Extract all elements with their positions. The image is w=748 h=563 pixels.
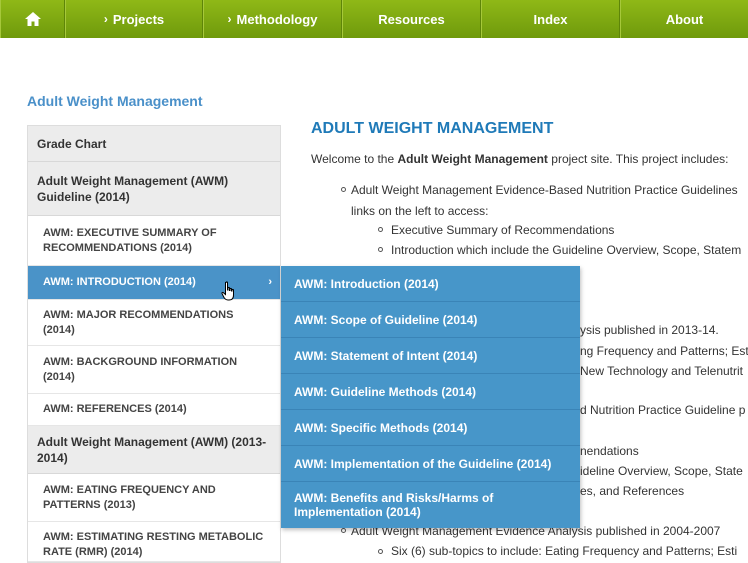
nav-about[interactable]: About	[620, 0, 748, 38]
bullet-dot	[341, 187, 346, 192]
top-nav: › Projects › Methodology Resources Index A…	[0, 0, 748, 38]
chevron-right-icon: ›	[268, 276, 272, 288]
flyout-item-statement-of-intent[interactable]: AWM: Statement of Intent (2014)	[281, 338, 580, 374]
flyout-item-scope[interactable]: AWM: Scope of Guideline (2014)	[281, 302, 580, 338]
sidebar-group-awm-2013-2014[interactable]: Adult Weight Management (AWM) (2013-2014…	[28, 426, 280, 474]
content-line: Introduction which include the Guideline…	[391, 243, 742, 257]
flyout-item-benefits-risks[interactable]: AWM: Benefits and Risks/Harms of Impleme…	[281, 482, 580, 528]
nav-index[interactable]: Index	[481, 0, 620, 38]
chevron-right-icon: ›	[227, 12, 232, 26]
content-line: d Nutrition Practice Guideline p	[580, 403, 746, 417]
content-line: ysis published in 2013-14.	[580, 323, 719, 337]
content-line: ng Frequency and Patterns; Esti	[580, 344, 748, 358]
main-content: ADULT WEIGHT MANAGEMENT Welcome to the A…	[311, 120, 748, 166]
nav-methodology[interactable]: › Methodology	[203, 0, 342, 38]
bullet-dot	[378, 227, 383, 232]
content-line: ideline Overview, Scope, State	[580, 464, 743, 478]
intro-paragraph: Welcome to the Adult Weight Management p…	[311, 152, 729, 166]
home-icon	[24, 12, 41, 26]
flyout-item-guideline-methods[interactable]: AWM: Guideline Methods (2014)	[281, 374, 580, 410]
nav-home[interactable]	[0, 0, 65, 38]
flyout-item-implementation[interactable]: AWM: Implementation of the Guideline (20…	[281, 446, 580, 482]
chevron-right-icon: ›	[103, 12, 108, 26]
sidebar-item-background-information[interactable]: AWM: BACKGROUND INFORMATION (2014)	[28, 346, 280, 394]
content-line: es, and References	[580, 484, 685, 498]
content-line: Adult Weight Management Evidence-Based N…	[351, 183, 738, 197]
sidebar-item-major-recommendations[interactable]: AWM: MAJOR RECOMMENDATIONS (2014)	[28, 300, 280, 346]
page-heading: Adult Weight Management	[27, 93, 203, 109]
content-line: Executive Summary of Recommendations	[391, 223, 615, 237]
bullet-dot	[341, 528, 346, 533]
content-line: nendations	[580, 444, 639, 458]
sidebar-item-executive-summary[interactable]: AWM: EXECUTIVE SUMMARY OF RECOMMENDATION…	[28, 216, 280, 266]
sidebar-group-awm-guideline-2014[interactable]: Adult Weight Management (AWM) Guideline …	[28, 162, 280, 216]
hand-cursor-icon	[221, 281, 234, 301]
content-line: Six (6) sub-topics to include: Eating Fr…	[391, 544, 738, 558]
flyout-item-specific-methods[interactable]: AWM: Specific Methods (2014)	[281, 410, 580, 446]
nav-resources[interactable]: Resources	[342, 0, 481, 38]
flyout-item-introduction[interactable]: AWM: Introduction (2014)	[281, 266, 580, 302]
content-title: ADULT WEIGHT MANAGEMENT	[311, 120, 554, 137]
sidebar-item-references[interactable]: AWM: REFERENCES (2014)	[28, 394, 280, 426]
introduction-flyout-menu: AWM: Introduction (2014) AWM: Scope of G…	[281, 266, 580, 528]
bullet-dot	[378, 549, 383, 554]
sidebar-item-introduction[interactable]: AWM: INTRODUCTION (2014) ›	[28, 266, 280, 300]
content-line: New Technology and Telenutrit	[580, 364, 743, 378]
sidebar-item-estimating-rmr[interactable]: AWM: ESTIMATING RESTING METABOLIC RATE (…	[28, 522, 280, 562]
content-line: links on the left to access:	[351, 204, 489, 218]
sidebar: Grade Chart Adult Weight Management (AWM…	[27, 125, 281, 563]
nav-projects[interactable]: › Projects	[65, 0, 203, 38]
sidebar-item-eating-frequency[interactable]: AWM: EATING FREQUENCY AND PATTERNS (2013…	[28, 474, 280, 522]
bullet-dot	[378, 247, 383, 252]
sidebar-group-grade-chart[interactable]: Grade Chart	[28, 126, 280, 162]
